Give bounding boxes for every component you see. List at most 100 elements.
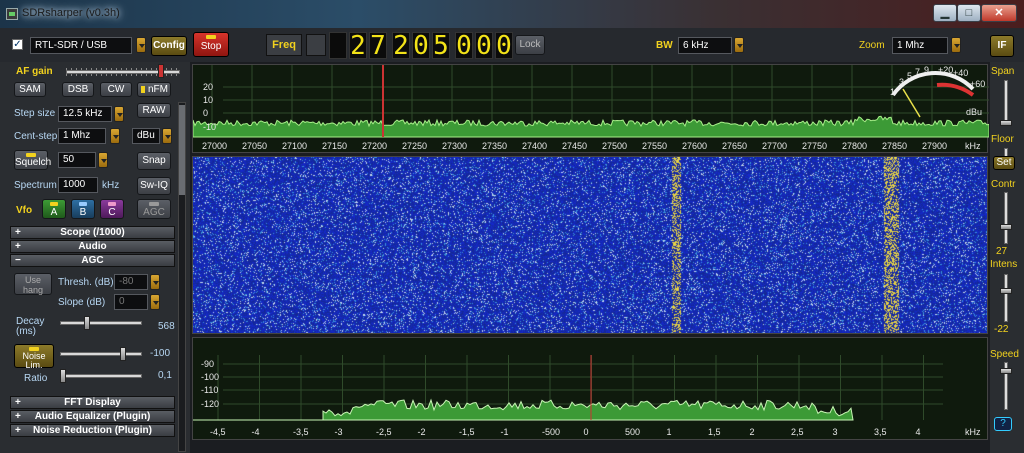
floor-label: Floor [991, 134, 1014, 145]
freq-digit[interactable]: 5 [432, 32, 450, 59]
lock-button[interactable]: Lock [515, 35, 545, 55]
noise-value: -100 [150, 348, 171, 359]
mode-nfm-button[interactable]: nFM [137, 82, 171, 97]
spectrum-x-tick: 27350 [482, 141, 507, 151]
use-hang-button[interactable]: Use hang [14, 273, 52, 295]
intensity-thumb[interactable] [1000, 288, 1012, 294]
unit-select[interactable]: dBu [132, 128, 160, 144]
squelch-label: Squelch [15, 157, 52, 168]
noise-reduction-section-header[interactable]: + Noise Reduction (Plugin) [10, 424, 175, 437]
s-meter-tick: 3 [899, 77, 904, 87]
cent-step-dropdown-icon[interactable] [110, 128, 120, 144]
help-button[interactable]: ? [994, 417, 1012, 431]
maximize-button[interactable]: □ [957, 4, 981, 22]
squelch-stepper-icon[interactable] [98, 152, 108, 168]
spectrum-x-tick: 27500 [602, 141, 627, 151]
spectrum-x-tick: 27850 [882, 141, 907, 151]
scrollbar-thumb[interactable] [179, 105, 185, 195]
close-button[interactable]: ✕ [981, 4, 1017, 22]
decay-thumb[interactable] [84, 316, 90, 330]
decay-label: Decay (ms) [16, 316, 45, 337]
ratio-slider[interactable] [60, 374, 142, 378]
audio-equalizer-section-header[interactable]: + Audio Equalizer (Plugin) [10, 410, 175, 423]
device-select[interactable]: RTL-SDR / USB [30, 37, 132, 54]
vfo-a-button[interactable]: A [42, 199, 66, 219]
span-thumb[interactable] [1000, 120, 1012, 126]
device-checkbox[interactable]: ✓ [12, 39, 23, 50]
if-button[interactable]: IF [990, 35, 1014, 57]
mode-cw-button[interactable]: CW [100, 82, 132, 97]
s-meter: 135 7 9 +20 +40+60 dBu [890, 65, 985, 118]
step-size-label: Step size [14, 108, 56, 119]
thresh-label: Thresh. (dB) [58, 277, 114, 288]
stop-button[interactable]: Stop [193, 32, 229, 57]
squelch-input[interactable]: 50 [58, 152, 96, 168]
spectrum-input[interactable]: 1000 [58, 177, 98, 193]
device-dropdown-icon[interactable] [136, 37, 146, 53]
freq-spacer [306, 34, 326, 56]
squelch-button[interactable]: Squelch [14, 150, 52, 170]
audio-fft-display[interactable]: -90 -100 -110 -120 -4,5 -4 -3,5 -3 -2,5 -2 -1,5 -1… [192, 337, 988, 440]
noise-thumb[interactable] [120, 347, 126, 361]
snap-button[interactable]: Snap [137, 152, 171, 170]
nfm-label: nFM [148, 84, 168, 95]
thresh-stepper-icon[interactable] [150, 274, 160, 290]
contrast-thumb[interactable] [1000, 224, 1012, 230]
swap-iq-button[interactable]: Sw-IQ [137, 177, 171, 195]
vfo-c-label: C [108, 207, 116, 218]
mode-sam-button[interactable]: SAM [14, 82, 46, 97]
unit-dropdown-icon[interactable] [162, 128, 172, 144]
spectrum-y-tick: 10 [203, 95, 213, 105]
waterfall-display[interactable] [192, 156, 988, 334]
spectrum-display[interactable]: 20 10 0 -10 27000 27050 27100 27150 27200 27250 2… [192, 64, 990, 153]
slope-input[interactable]: 0 [114, 294, 148, 310]
scope-section-header[interactable]: + Scope (/1000) [10, 226, 175, 239]
contrast-slider[interactable] [1004, 192, 1008, 244]
raw-button[interactable]: RAW [137, 103, 171, 118]
vfo-b-label: B [79, 207, 87, 218]
section-label: Audio [78, 241, 107, 252]
vfo-c-button[interactable]: C [100, 199, 124, 219]
agc-button[interactable]: AGC [137, 199, 171, 219]
audio-x-tick: 1 [667, 427, 672, 437]
zoom-dropdown-icon[interactable] [951, 37, 961, 53]
freq-digit[interactable]: 7 [369, 32, 387, 59]
section-label: FFT Display [64, 397, 121, 408]
freq-digit[interactable]: 0 [455, 32, 473, 59]
noise-limiter-button[interactable]: Noise Lim. [14, 344, 54, 370]
step-size-dropdown-icon[interactable] [114, 106, 124, 122]
vfo-label: Vfo [16, 205, 33, 216]
ratio-thumb[interactable] [60, 369, 66, 383]
thresh-input[interactable]: -80 [114, 274, 148, 290]
agc-section-header[interactable]: − AGC [10, 254, 175, 267]
audio-y-tick: -120 [201, 399, 219, 409]
spectrum-x-tick: 27700 [762, 141, 787, 151]
contrast-label: Contr [991, 179, 1016, 190]
minimize-button[interactable]: ▁ [933, 4, 957, 22]
freq-digit[interactable]: 2 [349, 32, 367, 59]
fft-display-section-header[interactable]: + FFT Display [10, 396, 175, 409]
config-button[interactable]: Config [151, 36, 187, 56]
cent-step-select[interactable]: 1 Mhz [58, 128, 106, 144]
freq-digit-blank[interactable] [329, 32, 347, 59]
audio-section-header[interactable]: + Audio [10, 240, 175, 253]
floor-set-button[interactable]: Set [993, 156, 1015, 170]
zoom-select[interactable]: 1 Mhz [892, 37, 948, 54]
intensity-slider[interactable] [1004, 274, 1008, 322]
freq-digit[interactable]: 0 [412, 32, 430, 59]
step-size-select[interactable]: 12.5 kHz [58, 106, 112, 122]
mode-dsb-button[interactable]: DSB [62, 82, 94, 97]
freq-digit[interactable]: 0 [495, 32, 513, 59]
speed-thumb[interactable] [1000, 368, 1012, 374]
af-gain-thumb[interactable] [158, 64, 164, 78]
vfo-b-button[interactable]: B [71, 199, 95, 219]
spectrum-x-unit: kHz [965, 141, 981, 151]
slope-stepper-icon[interactable] [150, 294, 160, 310]
bw-dropdown-icon[interactable] [734, 37, 744, 53]
left-panel-scrollbar[interactable] [178, 102, 186, 452]
freq-digit[interactable]: 0 [475, 32, 493, 59]
bw-select[interactable]: 6 kHz [678, 37, 732, 54]
decay-slider[interactable] [60, 321, 142, 325]
freq-digit[interactable]: 2 [392, 32, 410, 59]
noise-slider[interactable] [60, 352, 142, 356]
